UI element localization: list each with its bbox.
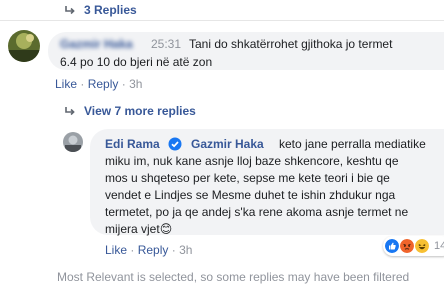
comment-text-line: vendet e Lindjes se Mesme duhet te ishin… (105, 188, 396, 202)
separator: · (80, 77, 85, 91)
smile-emoji: 😊 (159, 222, 173, 236)
comment-text-line: mos u shqeteso per kete, sepse me kete t… (105, 171, 390, 185)
avatar[interactable] (63, 132, 83, 152)
comment-text-line: termetet, po ja qe andej s'ka rene akoma… (105, 205, 409, 219)
replies-row[interactable]: 3 Replies (64, 2, 137, 18)
avatar-image (8, 30, 40, 62)
comment-age[interactable]: 3h (179, 243, 192, 257)
like-reaction-icon (385, 239, 399, 253)
reaction-count: 14 (434, 240, 444, 252)
divider (0, 20, 444, 21)
comment-text-line: keto jane perralla mediatike (279, 137, 426, 151)
view-more-replies-row[interactable]: View 7 more replies (64, 103, 196, 119)
separator: · (121, 77, 126, 91)
separator: · (130, 243, 135, 257)
comment-timestamp: 25:31 (151, 37, 182, 51)
comment-actions: Like · Reply · 3h (55, 77, 142, 91)
comment-text-line: mijera vjet😊 (105, 222, 172, 236)
view-more-replies-link[interactable]: View 7 more replies (84, 104, 196, 118)
separator: · (171, 243, 176, 257)
comment-actions: Like · Reply · 3h (105, 243, 192, 257)
filter-note: Most Relevant is selected, so some repli… (57, 270, 410, 284)
like-link[interactable]: Like (55, 77, 77, 91)
reply-arrow-icon (65, 6, 75, 15)
mention-link[interactable]: Gazmir Haka (191, 137, 264, 151)
reactions-summary[interactable]: 14 (383, 236, 444, 256)
haha-reaction-icon (415, 239, 429, 253)
reply-arrow-icon (65, 107, 75, 116)
comment-text-line: miku im, nuk kane asnje lloj baze shkenc… (105, 154, 399, 168)
comment-author[interactable]: Edi Rama (105, 137, 160, 151)
comment-text-line: Tani do shkatërrohet gjithoka jo termet (189, 37, 393, 51)
avatar-image (63, 132, 83, 152)
reply-link[interactable]: Reply (88, 77, 119, 91)
comment-text: mijera vjet (105, 222, 160, 236)
like-link[interactable]: Like (105, 243, 127, 257)
comment-age[interactable]: 3h (129, 77, 142, 91)
reply-link[interactable]: Reply (138, 243, 169, 257)
replies-link[interactable]: 3 Replies (84, 3, 137, 17)
angry-reaction-icon (400, 239, 414, 253)
comment-author[interactable]: Gazmir Haka (60, 37, 133, 51)
avatar[interactable] (8, 30, 40, 62)
comment-text-line: 6.4 po 10 do bjeri në atë zon (60, 55, 213, 69)
verified-badge-icon (168, 137, 182, 151)
